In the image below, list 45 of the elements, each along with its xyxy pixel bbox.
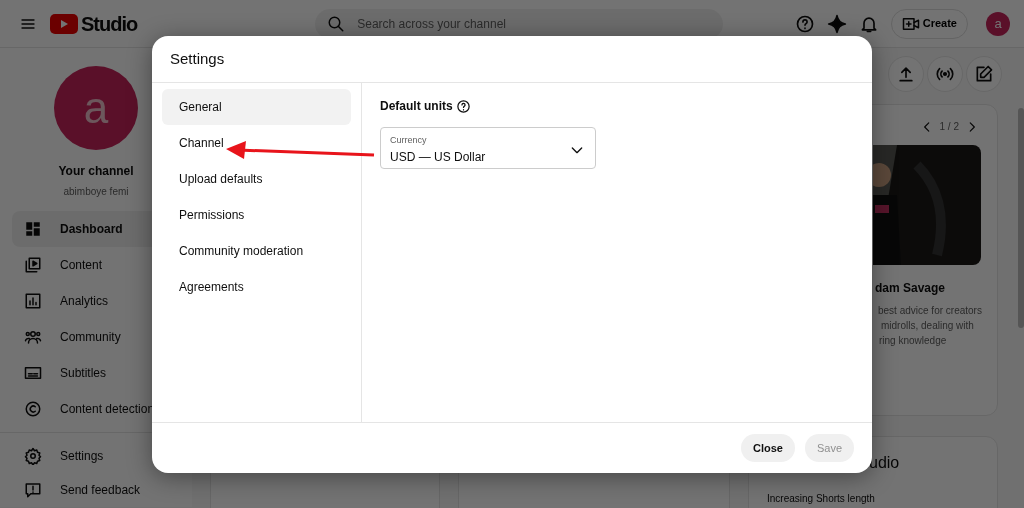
currency-dropdown[interactable]: Currency USD — US Dollar xyxy=(380,127,596,169)
sidebar-item[interactable]: Subtitles xyxy=(12,355,192,391)
edit-icon xyxy=(974,64,994,84)
sidebar-item[interactable]: Settings xyxy=(12,439,192,473)
section-title: Default units xyxy=(380,98,453,115)
settings-icon xyxy=(24,447,42,465)
toolbar-button[interactable] xyxy=(966,56,1002,92)
settings-tab[interactable]: Agreements xyxy=(162,269,351,305)
settings-tab[interactable]: General xyxy=(162,89,351,125)
field-label: Currency xyxy=(390,134,428,148)
card-text: ring knowledge xyxy=(878,334,948,348)
settings-tab[interactable]: Channel xyxy=(162,125,351,161)
bar-chart-icon xyxy=(24,292,42,310)
card-title: udio xyxy=(868,453,901,473)
page-indicator: 1 / 2 xyxy=(939,119,959,134)
scrollbar[interactable] xyxy=(1018,108,1024,328)
search-field[interactable]: Search across your channel xyxy=(315,8,724,39)
dialog-button[interactable]: Close xyxy=(740,434,795,462)
sidebar-item[interactable]: Community xyxy=(12,319,192,355)
toolbar-button[interactable] xyxy=(927,56,963,92)
card-title: dam Savage xyxy=(875,280,947,297)
help-icon xyxy=(455,98,471,114)
channel-title: Your channel xyxy=(58,163,134,180)
feedback-icon xyxy=(24,481,42,499)
play-logo-icon xyxy=(50,13,78,34)
logo-text[interactable]: Studio xyxy=(81,8,138,39)
dashboard-icon xyxy=(24,220,42,238)
video-library-icon xyxy=(24,256,42,274)
help-icon xyxy=(794,13,815,34)
search-icon xyxy=(327,14,346,33)
people-icon xyxy=(24,328,42,346)
card-text: midrolls, dealing with xyxy=(880,319,975,333)
field-value: USD — US Dollar xyxy=(390,148,487,166)
settings-tab[interactable]: Upload defaults xyxy=(162,161,351,197)
dialog-title: Settings xyxy=(170,48,225,69)
upload-icon xyxy=(896,64,916,84)
card-text: Increasing Shorts length xyxy=(767,492,876,506)
toolbar-button[interactable] xyxy=(888,56,924,92)
sidebar-item[interactable]: Send feedback xyxy=(12,473,192,507)
sparkle-icon xyxy=(826,13,847,34)
subtitles-icon xyxy=(24,364,42,382)
create-button[interactable]: Create xyxy=(890,8,968,39)
channel-name: abimboye femi xyxy=(63,185,129,199)
copyright-icon xyxy=(24,400,42,418)
avatar[interactable]: a xyxy=(986,11,1010,36)
